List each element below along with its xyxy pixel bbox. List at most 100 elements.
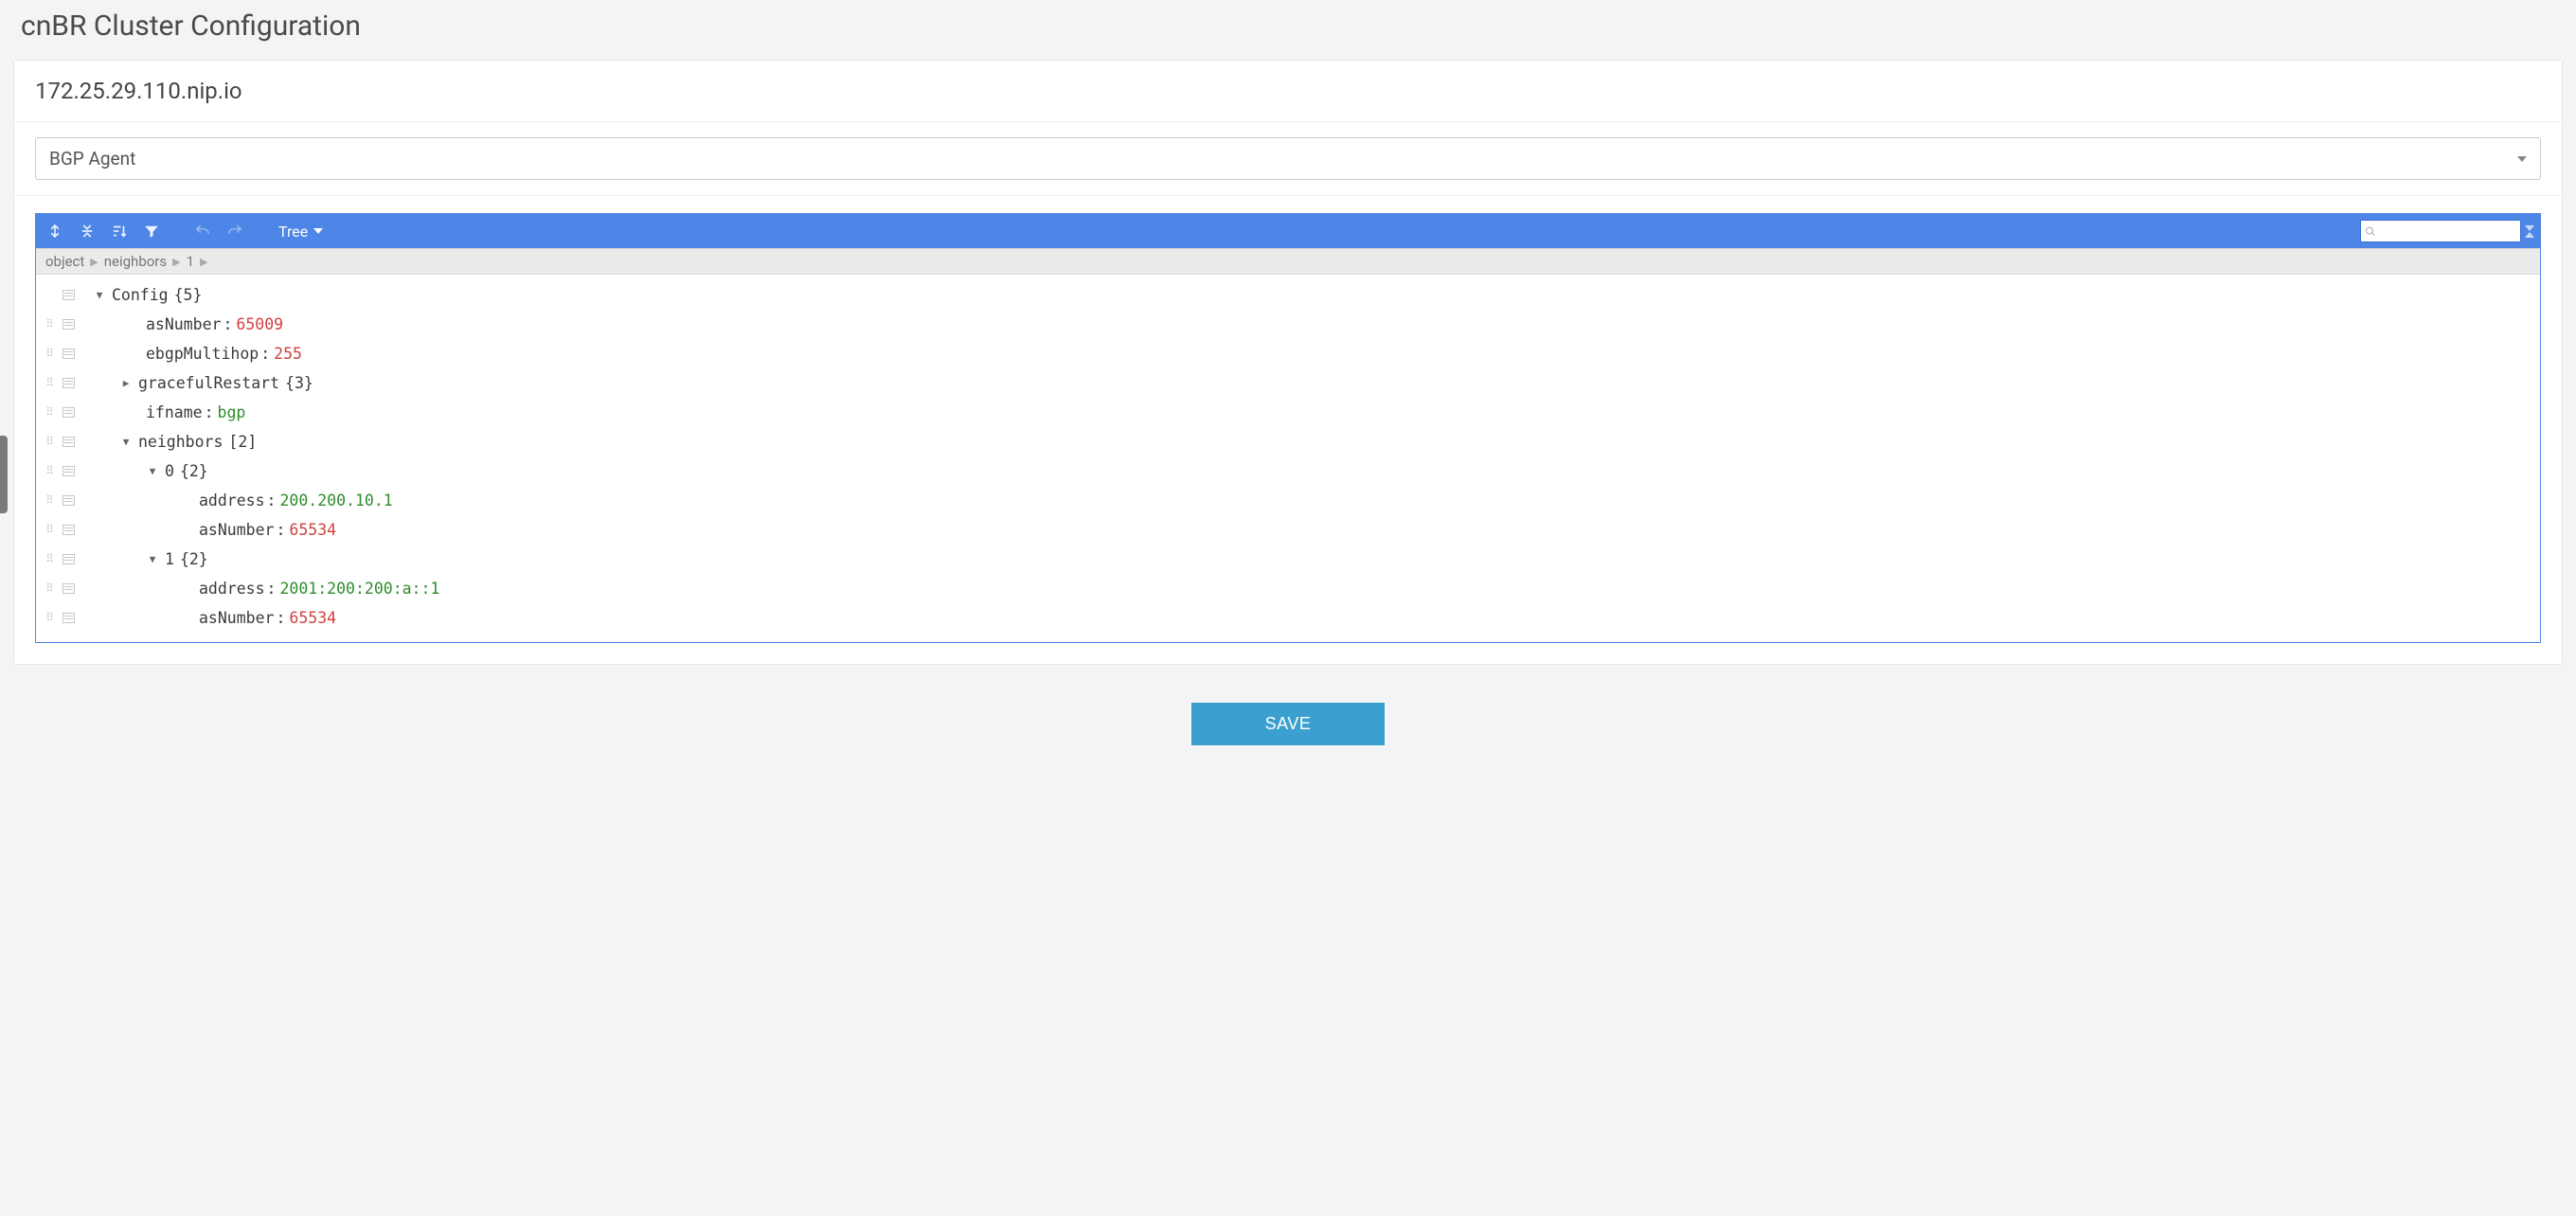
tree-leaf-ifname[interactable]: ⠿ ifname : bgp [36,398,2540,427]
node-key: 1 [165,550,174,568]
node-menu-button[interactable] [63,437,75,447]
drag-handle[interactable]: ⠿ [44,497,57,504]
node-menu-button[interactable] [63,407,75,418]
collapse-all-icon [79,223,96,240]
node-value[interactable]: 65534 [289,521,336,539]
collapse-toggle[interactable]: ▼ [146,553,159,565]
agent-select-row: BGP Agent [14,122,2562,196]
editor-search-input[interactable] [2380,224,2516,239]
drag-handle[interactable]: ⠿ [44,468,57,474]
editor-toolbar: Tree [36,214,2540,248]
node-meta: [2] [228,433,257,451]
view-mode-label: Tree [278,223,308,241]
expand-all-icon [46,223,63,240]
drag-handle[interactable]: ⠿ [44,321,57,328]
crumb-index[interactable]: 1 [187,253,194,270]
node-value[interactable]: 255 [274,345,302,363]
agent-select[interactable]: BGP Agent [35,137,2541,180]
collapse-toggle[interactable]: ▼ [119,436,133,448]
node-menu-button[interactable] [63,554,75,564]
node-meta: {2} [180,462,208,480]
drag-handle[interactable]: ⠿ [44,438,57,445]
tree-node-neighbor-1[interactable]: ⠿ ▼ 1 {2} [36,545,2540,574]
page-title: cnBR Cluster Configuration [0,0,2576,60]
node-menu-button[interactable] [63,583,75,594]
expand-all-button[interactable] [42,218,68,244]
search-next-button[interactable] [2525,225,2534,231]
tree-node-gracefulrestart[interactable]: ⠿ ▶ gracefulRestart {3} [36,368,2540,398]
sort-icon [111,223,128,240]
view-mode-select[interactable]: Tree [269,223,332,241]
agent-select-value: BGP Agent [49,148,135,170]
json-editor: Tree object ▶ neig [35,213,2541,643]
redo-icon [226,223,243,240]
node-meta: {2} [180,550,208,568]
editor-breadcrumb: object ▶ neighbors ▶ 1 ▶ [36,248,2540,275]
editor-search-input-wrap[interactable] [2360,220,2521,242]
config-panel: 172.25.29.110.nip.io BGP Agent [13,60,2563,665]
node-key: 0 [165,462,174,480]
node-menu-button[interactable] [63,495,75,506]
node-value[interactable]: bgp [218,403,246,421]
node-key: neighbors [138,433,223,451]
tree-leaf-ebgpmultihop[interactable]: ⠿ ebgpMultihop : 255 [36,339,2540,368]
search-icon [2365,225,2376,238]
node-meta: {5} [174,286,203,304]
filter-button[interactable] [138,218,165,244]
caret-down-icon [2517,156,2527,162]
node-key: Config [112,286,169,304]
drag-handle[interactable]: ⠿ [44,527,57,533]
tree-leaf-asnumber[interactable]: ⠿ asNumber : 65009 [36,310,2540,339]
tree-leaf-n0-asnumber[interactable]: ⠿ asNumber : 65534 [36,515,2540,545]
undo-button[interactable] [189,218,216,244]
search-prev-button[interactable] [2525,232,2534,238]
crumb-root[interactable]: object [45,253,84,270]
node-menu-button[interactable] [63,525,75,535]
node-key: asNumber [199,521,274,539]
drag-handle[interactable]: ⠿ [44,380,57,386]
tree-leaf-n1-address[interactable]: ⠿ address : 2001:200:200:a::1 [36,574,2540,603]
host-address: 172.25.29.110.nip.io [14,61,2562,122]
drag-handle[interactable]: ⠿ [44,585,57,592]
tree-leaf-n0-address[interactable]: ⠿ address : 200.200.10.1 [36,486,2540,515]
undo-icon [194,223,211,240]
node-menu-button[interactable] [63,378,75,388]
drag-handle[interactable]: ⠿ [44,556,57,563]
expand-toggle[interactable]: ▶ [119,377,133,389]
node-value[interactable]: 65534 [289,609,336,627]
caret-down-icon [313,228,323,234]
save-button[interactable]: SAVE [1191,703,1386,745]
tree-node-neighbor-0[interactable]: ⠿ ▼ 0 {2} [36,456,2540,486]
node-menu-button[interactable] [63,319,75,330]
json-tree: ▼ Config {5} ⠿ asNumber : 65009 ⠿ ebgpMu… [36,275,2540,642]
filter-icon [143,223,160,240]
chevron-right-icon: ▶ [90,256,98,268]
sort-button[interactable] [106,218,133,244]
node-menu-button[interactable] [63,613,75,623]
crumb-neighbors[interactable]: neighbors [104,253,167,270]
node-menu-button[interactable] [63,466,75,476]
node-menu-button[interactable] [63,290,75,300]
drag-handle[interactable]: ⠿ [44,350,57,357]
node-menu-button[interactable] [63,349,75,359]
node-value[interactable]: 2001:200:200:a::1 [279,580,439,598]
collapse-toggle[interactable]: ▼ [146,465,159,477]
collapse-toggle[interactable]: ▼ [93,289,106,301]
tree-leaf-n1-asnumber[interactable]: ⠿ asNumber : 65534 [36,603,2540,633]
tree-node-config[interactable]: ▼ Config {5} [36,280,2540,310]
node-meta: {3} [285,374,313,392]
drag-handle[interactable]: ⠿ [44,409,57,416]
node-key: address [199,492,265,510]
chevron-right-icon: ▶ [200,256,207,268]
node-value[interactable]: 65009 [236,315,283,333]
node-key: ifname [146,403,203,421]
page-scroll-indicator [0,436,8,513]
collapse-all-button[interactable] [74,218,100,244]
chevron-right-icon: ▶ [172,256,180,268]
tree-node-neighbors[interactable]: ⠿ ▼ neighbors [2] [36,427,2540,456]
redo-button[interactable] [222,218,248,244]
drag-handle[interactable]: ⠿ [44,615,57,621]
node-value[interactable]: 200.200.10.1 [279,492,392,510]
node-key: address [199,580,265,598]
node-key: gracefulRestart [138,374,279,392]
